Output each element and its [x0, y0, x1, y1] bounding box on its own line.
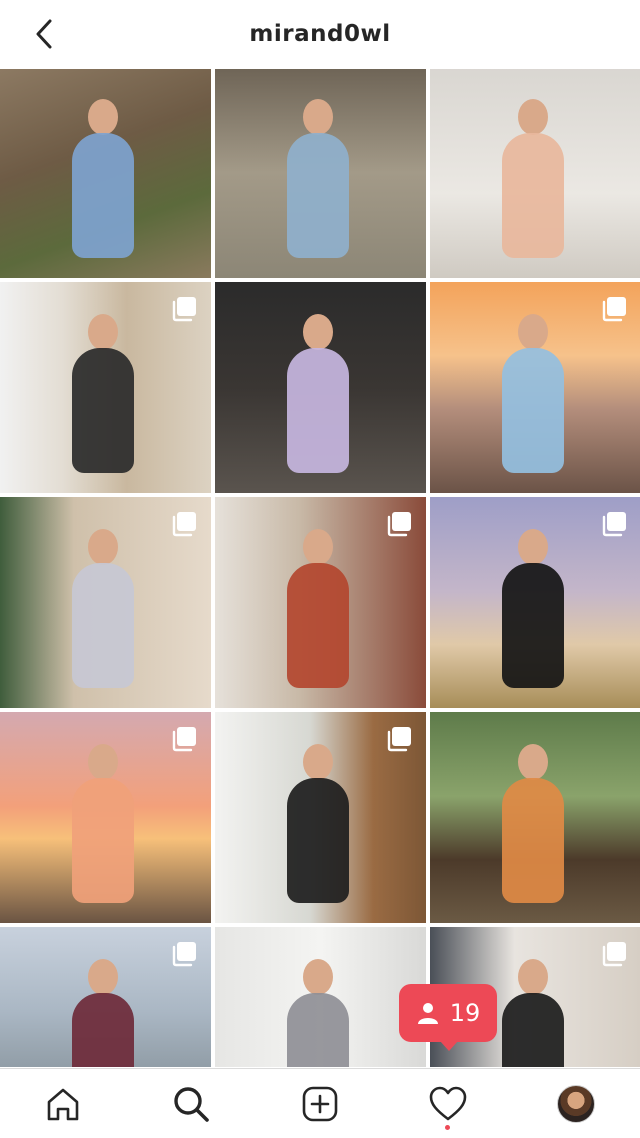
grid-post-12[interactable]	[430, 712, 640, 923]
nav-profile[interactable]	[555, 1083, 597, 1125]
chevron-left-icon	[36, 19, 52, 49]
photo-subject-head	[88, 959, 118, 995]
new-post-icon	[302, 1086, 338, 1122]
activity-indicator-dot	[445, 1125, 450, 1130]
carousel-multiple-icon	[171, 726, 197, 752]
photo-subject-body	[287, 133, 349, 258]
carousel-multiple-icon	[601, 511, 627, 537]
profile-avatar	[557, 1085, 595, 1123]
profile-username-title: mirand0wl	[249, 21, 391, 47]
photo-subject-head	[518, 529, 548, 565]
carousel-multiple-icon	[171, 941, 197, 967]
carousel-multiple-icon	[601, 296, 627, 322]
photo-subject-head	[303, 314, 333, 350]
photo-subject-body	[287, 778, 349, 903]
carousel-multiple-icon	[171, 511, 197, 537]
photo-subject-body	[72, 993, 134, 1067]
activity-heart-icon	[429, 1086, 467, 1121]
notification-count: 19	[449, 999, 481, 1027]
photo-subject-body	[287, 993, 349, 1067]
photo-subject-body	[502, 348, 564, 473]
photo-subject-head	[303, 959, 333, 995]
photo-subject-head	[303, 99, 333, 135]
photo-subject-body	[502, 133, 564, 258]
grid-post-10[interactable]	[0, 712, 211, 923]
nav-search[interactable]	[170, 1083, 212, 1125]
grid-post-13[interactable]	[0, 927, 211, 1067]
grid-post-4[interactable]	[0, 282, 211, 493]
search-icon	[174, 1087, 209, 1122]
nav-home[interactable]	[42, 1083, 84, 1125]
photo-subject-body	[287, 563, 349, 688]
grid-post-2[interactable]	[215, 69, 426, 278]
new-followers-notification[interactable]: 19	[399, 984, 497, 1051]
grid-post-5[interactable]	[215, 282, 426, 493]
photo-subject-body	[72, 133, 134, 258]
photo-subject-body	[502, 563, 564, 688]
photo-subject-body	[287, 348, 349, 473]
carousel-multiple-icon	[601, 941, 627, 967]
photo-subject-body	[72, 778, 134, 903]
carousel-multiple-icon	[386, 726, 412, 752]
photo-subject-body	[502, 778, 564, 903]
grid-post-9[interactable]	[430, 497, 640, 708]
header: mirand0wl	[0, 0, 640, 68]
grid-post-3[interactable]	[430, 69, 640, 278]
grid-post-11[interactable]	[215, 712, 426, 923]
photo-subject-head	[88, 744, 118, 780]
carousel-multiple-icon	[386, 511, 412, 537]
grid-post-6[interactable]	[430, 282, 640, 493]
photo-subject-body	[72, 563, 134, 688]
person-icon	[417, 1003, 438, 1024]
photo-subject-head	[518, 99, 548, 135]
photo-subject-body	[502, 993, 564, 1067]
home-icon	[47, 1088, 79, 1121]
photo-grid	[0, 69, 640, 1067]
grid-post-1[interactable]	[0, 69, 211, 278]
photo-subject-head	[518, 959, 548, 995]
back-button[interactable]	[26, 16, 62, 52]
grid-post-14[interactable]	[215, 927, 426, 1067]
grid-post-8[interactable]	[215, 497, 426, 708]
photo-subject-head	[88, 99, 118, 135]
carousel-multiple-icon	[171, 296, 197, 322]
photo-subject-body	[72, 348, 134, 473]
photo-subject-head	[303, 744, 333, 780]
photo-subject-head	[518, 314, 548, 350]
nav-activity[interactable]	[427, 1083, 469, 1125]
grid-post-7[interactable]	[0, 497, 211, 708]
photo-subject-head	[88, 529, 118, 565]
bottom-nav	[0, 1068, 640, 1138]
photo-subject-head	[88, 314, 118, 350]
nav-new-post[interactable]	[299, 1083, 341, 1125]
photo-subject-head	[303, 529, 333, 565]
photo-subject-head	[518, 744, 548, 780]
